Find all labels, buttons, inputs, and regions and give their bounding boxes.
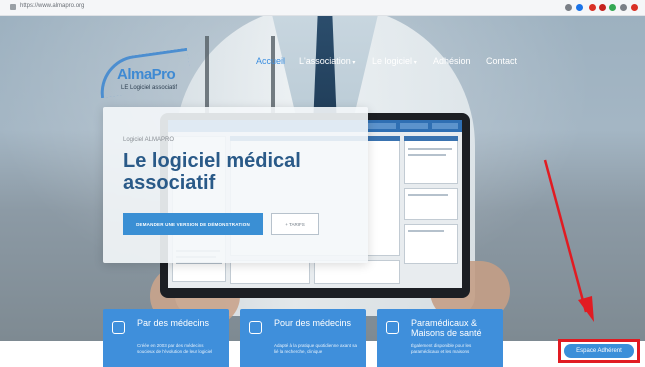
annotation-arrow-icon xyxy=(543,159,594,322)
